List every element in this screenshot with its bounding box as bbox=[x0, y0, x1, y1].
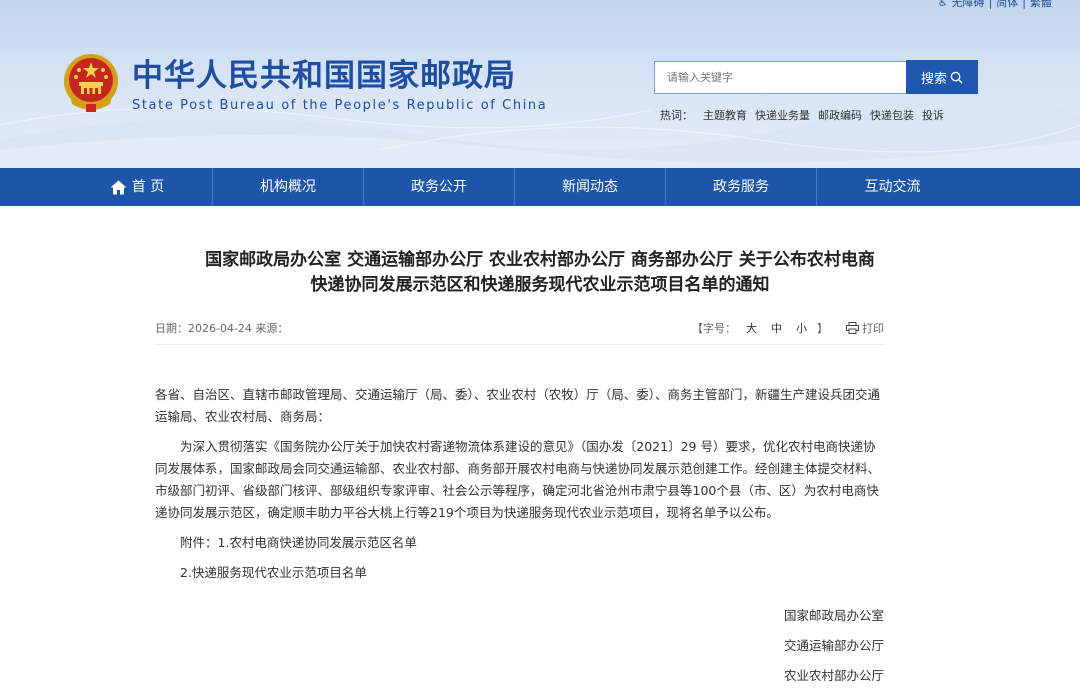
font-size-medium-button[interactable]: 中 bbox=[771, 320, 782, 336]
attachment-1[interactable]: 附件：1.农村电商快递协同发展示范区名单 bbox=[155, 532, 887, 554]
attachment-2[interactable]: 2.快递服务现代农业示范项目名单 bbox=[155, 562, 887, 584]
nav-item-interaction[interactable]: 互动交流 bbox=[817, 168, 968, 206]
font-size-large-button[interactable]: 大 bbox=[746, 320, 757, 336]
print-button[interactable]: 打印 bbox=[846, 320, 884, 336]
nav-item-news[interactable]: 新闻动态 bbox=[515, 168, 666, 206]
hot-word-link[interactable]: 投诉 bbox=[922, 107, 944, 123]
article-body: 各省、自治区、直辖市邮政管理局、交通运输厅（局、委）、农业农村（农牧）厅（局、委… bbox=[155, 384, 887, 592]
traditional-chinese-link[interactable]: 繁體 bbox=[1030, 0, 1052, 10]
font-size-label: 【字号： bbox=[692, 322, 736, 335]
body-paragraph: 为深入贯彻落实《国务院办公厅关于加快农村寄递物流体系建设的意见》（国办发〔202… bbox=[155, 439, 881, 520]
article-title-line: 快递协同发展示范区和快递服务现代农业示范项目名单的通知 bbox=[310, 275, 770, 295]
site-subtitle: State Post Bureau of the People's Republ… bbox=[132, 98, 548, 113]
print-label: 打印 bbox=[862, 322, 884, 335]
accessibility-icon[interactable]: ♿ bbox=[938, 0, 948, 9]
national-emblem-icon bbox=[64, 54, 118, 112]
font-size-close: 】 bbox=[817, 322, 828, 335]
search-icon bbox=[950, 71, 963, 84]
article-title: 国家邮政局办公室 交通运输部办公厅 农业农村部办公厅 商务部办公厅 关于公布农村… bbox=[140, 248, 940, 298]
nav-item-services[interactable]: 政务服务 bbox=[666, 168, 817, 206]
signature-line: 农业农村部办公厅 bbox=[783, 668, 884, 683]
main-nav: 首 页 机构概况 政务公开 新闻动态 政务服务 互动交流 bbox=[0, 168, 1080, 206]
hot-words: 热词： 主题教育 快递业务量 邮政编码 快递包装 投诉 bbox=[660, 107, 944, 123]
search-button-label: 搜索 bbox=[920, 71, 947, 87]
nav-item-label: 首 页 bbox=[131, 179, 165, 195]
hot-words-label: 热词： bbox=[660, 109, 693, 122]
nav-item-government-affairs[interactable]: 政务公开 bbox=[364, 168, 515, 206]
signature-line: 交通运输部办公厅 bbox=[783, 638, 884, 653]
signature-line: 国家邮政局办公室 bbox=[783, 608, 884, 623]
hot-word-link[interactable]: 邮政编码 bbox=[818, 107, 862, 123]
nav-item-organization[interactable]: 机构概况 bbox=[213, 168, 364, 206]
site-header: ♿ 无障碍 | 简体 | 繁體 中华人民共和国国家邮政局 State Post … bbox=[0, 0, 1080, 168]
home-icon bbox=[110, 180, 127, 194]
nav-item-home[interactable]: 首 页 bbox=[62, 168, 213, 206]
hot-word-link[interactable]: 主题教育 bbox=[703, 107, 747, 123]
salutation-paragraph: 各省、自治区、直辖市邮政管理局、交通运输厅（局、委）、农业农村（农牧）厅（局、委… bbox=[155, 387, 881, 424]
site-title[interactable]: 中华人民共和国国家邮政局 bbox=[132, 50, 516, 95]
article-date-source: 日期：2026-04-24 来源： bbox=[155, 322, 289, 335]
hot-word-link[interactable]: 快递包装 bbox=[870, 107, 914, 123]
font-size-small-button[interactable]: 小 bbox=[796, 320, 807, 336]
hot-word-link[interactable]: 快递业务量 bbox=[755, 107, 810, 123]
top-links: ♿ 无障碍 | 简体 | 繁體 bbox=[938, 0, 1052, 10]
article-title-line: 国家邮政局办公室 交通运输部办公厅 农业农村部办公厅 商务部办公厅 关于公布农村… bbox=[205, 250, 875, 270]
printer-icon bbox=[846, 322, 859, 334]
simplified-chinese-link[interactable]: 简体 bbox=[996, 0, 1018, 10]
search-button[interactable]: 搜索 bbox=[906, 60, 978, 94]
article-tools: 【字号： 大 中 小 】 打印 bbox=[692, 320, 884, 336]
meta-divider bbox=[155, 344, 885, 345]
accessibility-link[interactable]: 无障碍 bbox=[952, 0, 985, 10]
search-input[interactable] bbox=[654, 61, 907, 94]
